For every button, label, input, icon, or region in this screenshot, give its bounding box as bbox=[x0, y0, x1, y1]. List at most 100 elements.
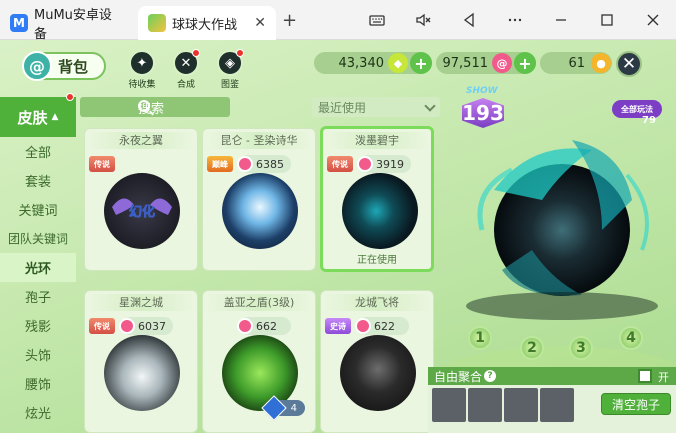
card-title: 龙城飞将 bbox=[325, 294, 429, 311]
candy-icon: @ bbox=[492, 53, 512, 73]
fusion-label: 自由聚合 bbox=[434, 369, 483, 384]
craft-label: 合成 bbox=[176, 80, 195, 90]
owned-count: 4 bbox=[267, 400, 305, 416]
gallery-button[interactable]: ◈ 图鉴 bbox=[212, 49, 248, 90]
game-logo-icon bbox=[148, 14, 166, 32]
item-card[interactable]: 星渊之城 传说 6037 bbox=[84, 290, 198, 433]
sort-dropdown[interactable]: 最近使用 bbox=[312, 97, 440, 117]
in-use-status: 正在使用 bbox=[357, 255, 397, 266]
back-icon[interactable] bbox=[446, 0, 492, 40]
sidebar-item-waist[interactable]: 腰饰 bbox=[0, 369, 76, 398]
window-titlebar: M MuMu安卓设备 球球大作战 ✕ + bbox=[0, 0, 676, 42]
mute-icon[interactable] bbox=[400, 0, 446, 40]
price-value: 662 bbox=[256, 319, 277, 333]
notification-dot bbox=[192, 49, 200, 57]
fusion-slot[interactable] bbox=[504, 388, 538, 422]
keyboard-icon[interactable] bbox=[354, 0, 400, 40]
add-gem-button[interactable]: + bbox=[410, 52, 432, 74]
currency-coin: 61 ● bbox=[540, 52, 612, 74]
game-viewport: @ 背包 ✦ 待收集 ✕ 合成 ◈ 图鉴 43,340 ◆ + 97,511 @… bbox=[0, 40, 676, 433]
rarity-badge: 传说 bbox=[327, 156, 353, 172]
mumu-logo-icon: M bbox=[10, 14, 28, 32]
search-input[interactable]: 搜索 bbox=[80, 97, 230, 117]
card-art-text: 幻化 bbox=[129, 204, 155, 220]
collect-button[interactable]: ✦ 待收集 bbox=[124, 50, 160, 90]
add-candy-button[interactable]: + bbox=[514, 52, 536, 74]
gallery-label: 图鉴 bbox=[220, 80, 239, 90]
more-icon[interactable] bbox=[492, 0, 538, 40]
card-title: 星渊之城 bbox=[89, 294, 193, 311]
maximize-icon[interactable] bbox=[584, 0, 630, 40]
tab-mumu-device[interactable]: M MuMu安卓设备 bbox=[0, 6, 134, 42]
collect-label: 待收集 bbox=[128, 80, 156, 90]
close-icon[interactable]: ✕ bbox=[254, 15, 266, 31]
count-value: 4 bbox=[290, 402, 297, 414]
coin-icon: ● bbox=[591, 53, 611, 73]
fusion-slot[interactable] bbox=[468, 388, 502, 422]
item-card[interactable]: 昆仑 - 圣染诗华 巅峰 6385 bbox=[202, 128, 316, 271]
price-value: 6037 bbox=[138, 319, 166, 333]
spore-slot-4[interactable]: 4 bbox=[619, 326, 643, 350]
sidebar-item-keyword[interactable]: 关键词 bbox=[0, 195, 76, 224]
spore-slot-1[interactable]: 1 bbox=[468, 326, 492, 350]
sidebar-item-spore[interactable]: 孢子 bbox=[0, 282, 76, 311]
item-card[interactable]: 龙城飞将 史诗 622 bbox=[320, 290, 434, 433]
bag-swirl-icon: @ bbox=[22, 51, 52, 81]
clear-spores-button[interactable]: 清空孢子 bbox=[601, 393, 671, 415]
tab-label: 球球大作战 bbox=[172, 17, 238, 33]
rarity-badge: 史诗 bbox=[325, 318, 351, 334]
show-level-badge: SHOW 193 bbox=[458, 86, 506, 128]
mode-tag-label: 全部玩法 bbox=[621, 104, 653, 114]
card-title: 泼墨碧宇 bbox=[327, 132, 427, 149]
sidebar-item-set[interactable]: 套装 bbox=[0, 166, 76, 195]
minimize-icon[interactable] bbox=[538, 0, 584, 40]
help-icon[interactable]: ? bbox=[484, 370, 497, 382]
craft-button[interactable]: ✕ 合成 bbox=[168, 49, 204, 90]
category-skin[interactable]: 皮肤 ▲ bbox=[0, 93, 76, 137]
candy-amount: 97,511 bbox=[442, 55, 489, 71]
item-art bbox=[222, 173, 298, 249]
rarity-badge: 传说 bbox=[89, 318, 115, 334]
sidebar-item-afterimage[interactable]: 残影 bbox=[0, 311, 76, 340]
tab-game[interactable]: 球球大作战 ✕ bbox=[138, 6, 276, 40]
item-card[interactable]: 盖亚之盾(3级) 662 4 bbox=[202, 290, 316, 433]
sparkle-icon: ✦ bbox=[129, 50, 155, 76]
item-art bbox=[342, 173, 418, 249]
sidebar-item-all[interactable]: 全部 bbox=[0, 137, 76, 166]
add-tab-icon[interactable]: + bbox=[282, 10, 297, 31]
price-tag: 6037 bbox=[119, 317, 173, 335]
fusion-toggle-label: 开 bbox=[658, 371, 669, 384]
chevron-down-icon bbox=[424, 100, 436, 112]
close-button[interactable]: ✕ bbox=[616, 51, 642, 77]
gallery-icon: ◈ bbox=[217, 49, 244, 76]
search-icon bbox=[138, 100, 150, 112]
fusion-toggle-checkbox[interactable] bbox=[638, 369, 652, 383]
spore-slot-3[interactable]: 3 bbox=[569, 336, 593, 360]
candy-icon bbox=[119, 318, 135, 334]
price-value: 622 bbox=[374, 319, 395, 333]
sidebar-item-halo[interactable]: 光环 bbox=[0, 253, 76, 282]
candy-icon bbox=[237, 156, 253, 172]
price-tag: 622 bbox=[355, 317, 409, 335]
item-card[interactable]: 永夜之翼 传说 幻化 bbox=[84, 128, 198, 271]
currency-gem: 43,340 ◆ + bbox=[314, 52, 432, 74]
window-close-icon[interactable] bbox=[630, 0, 676, 40]
sidebar-item-glow[interactable]: 炫光 bbox=[0, 398, 76, 427]
gem-amount: 43,340 bbox=[338, 55, 385, 71]
show-number: 193 bbox=[462, 98, 504, 128]
card-title: 永夜之翼 bbox=[89, 132, 193, 149]
sidebar-item-team-keyword[interactable]: 团队关键词 bbox=[0, 224, 76, 253]
spore-slot-2[interactable]: 2 bbox=[520, 336, 544, 360]
green-gem-icon: ◆ bbox=[388, 53, 408, 73]
sidebar-item-headwear[interactable]: 头饰 bbox=[0, 340, 76, 369]
show-label: SHOW bbox=[466, 86, 498, 96]
fusion-slot[interactable] bbox=[432, 388, 466, 422]
price-tag: 6385 bbox=[237, 155, 291, 173]
fusion-slot[interactable] bbox=[540, 388, 574, 422]
item-art bbox=[104, 335, 180, 411]
bag-label: 背包 bbox=[58, 57, 89, 76]
mode-tag[interactable]: 全部玩法 79 bbox=[612, 100, 662, 126]
notification-dot bbox=[236, 49, 244, 57]
item-card-selected[interactable]: 泼墨碧宇 传说 3919 正在使用 bbox=[320, 126, 434, 272]
candy-icon bbox=[355, 318, 371, 334]
